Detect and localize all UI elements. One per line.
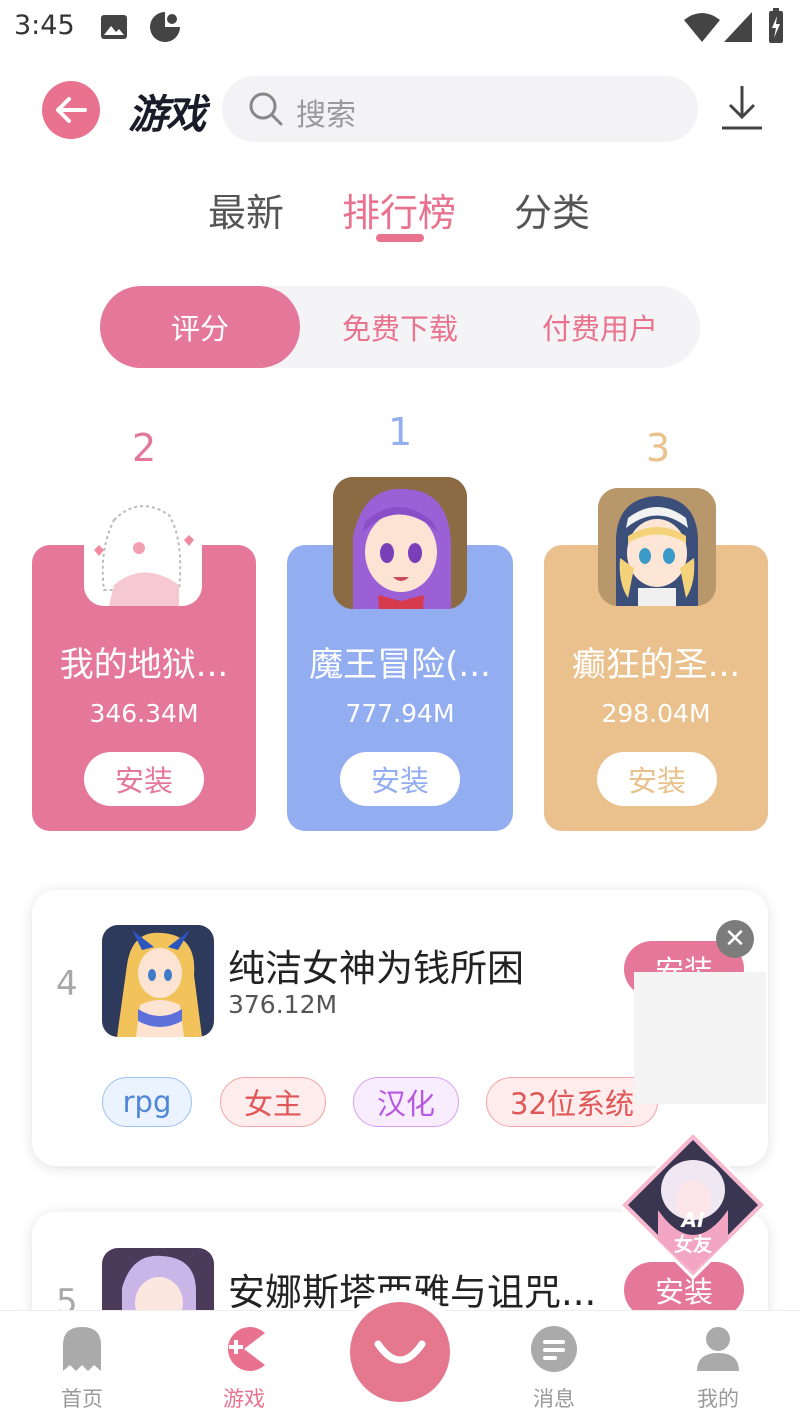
- tag[interactable]: rpg: [102, 1077, 192, 1127]
- app-notification-icon: [150, 12, 180, 42]
- nav-home[interactable]: 首页: [22, 1325, 142, 1413]
- rank-number: 1: [388, 410, 413, 454]
- back-button[interactable]: [42, 81, 100, 139]
- gamepad-icon: [227, 1327, 265, 1371]
- tab-indicator: [376, 234, 424, 242]
- ranking-filter: 评分 免费下载 付费用户: [100, 286, 700, 368]
- center-action-button[interactable]: [338, 1290, 462, 1414]
- game-size: 376.12M: [228, 990, 338, 1019]
- ad-placeholder[interactable]: [634, 972, 766, 1104]
- game-name: 魔王冒险(...: [309, 645, 491, 685]
- install-button[interactable]: 安装: [340, 752, 460, 806]
- ghost-home-icon: [63, 1327, 101, 1371]
- rank-number: 3: [646, 426, 671, 470]
- page-title: 游戏: [128, 92, 206, 138]
- game-name: 癫狂的圣...: [571, 645, 741, 685]
- smile-icon: [374, 1340, 426, 1364]
- download-button[interactable]: [714, 80, 770, 136]
- nav-label: 我的: [697, 1387, 739, 1411]
- rank-number: 2: [132, 426, 157, 470]
- image-icon: [101, 15, 127, 39]
- status-time: 3:45: [14, 10, 75, 41]
- nav-games[interactable]: 游戏: [184, 1325, 304, 1413]
- user-icon: [697, 1327, 739, 1371]
- nav-profile[interactable]: 我的: [658, 1325, 778, 1413]
- download-icon: [722, 86, 762, 130]
- tab-ranking[interactable]: 排行榜: [342, 182, 456, 237]
- tab-latest[interactable]: 最新: [208, 182, 284, 237]
- install-button[interactable]: 安装: [597, 752, 717, 806]
- filter-free-download[interactable]: 免费下载: [300, 286, 500, 368]
- battery-icon: [769, 8, 783, 43]
- search-input[interactable]: 搜索: [222, 76, 698, 142]
- game-size: 298.04M: [601, 699, 711, 728]
- game-size: 777.94M: [345, 699, 455, 728]
- install-button[interactable]: 安装: [84, 752, 204, 806]
- nav-messages[interactable]: 消息: [494, 1325, 614, 1413]
- wifi-icon: [684, 13, 720, 42]
- status-bar: 3:45: [0, 0, 800, 56]
- nav-label: 消息: [533, 1387, 575, 1411]
- message-icon: [531, 1326, 577, 1372]
- game-icon: [333, 477, 467, 609]
- search-placeholder: 搜索: [296, 98, 356, 133]
- nav-label: 首页: [61, 1387, 103, 1411]
- ai-sublabel: 女友: [673, 1234, 712, 1256]
- screen: 3:45 游戏 搜索 最新 排行榜 分类 评分 免费下载 付费用户 2 我的地狱…: [0, 0, 800, 1422]
- game-name: 纯洁女神为钱所困: [228, 947, 524, 990]
- close-icon: ✕: [724, 924, 746, 954]
- tag[interactable]: 女主: [220, 1077, 326, 1127]
- filter-paid-users[interactable]: 付费用户: [500, 286, 700, 368]
- ai-label: AI: [681, 1208, 705, 1232]
- nav-label: 游戏: [223, 1387, 265, 1411]
- arrow-left-icon: [56, 97, 87, 123]
- tag[interactable]: 32位系统: [486, 1077, 658, 1127]
- rank-number: 4: [56, 964, 78, 1004]
- ai-girlfriend-badge[interactable]: AI 女友: [617, 1129, 769, 1281]
- game-name: 我的地狱...: [59, 645, 229, 685]
- search-icon: [249, 92, 283, 126]
- filter-rating[interactable]: 评分: [100, 286, 300, 368]
- close-ad-button[interactable]: ✕: [716, 920, 754, 958]
- game-icon: [84, 490, 202, 606]
- signal-icon: [724, 12, 752, 42]
- tag[interactable]: 汉化: [353, 1077, 459, 1127]
- tab-category[interactable]: 分类: [514, 182, 590, 237]
- game-icon: [598, 488, 716, 606]
- game-icon: [102, 925, 214, 1037]
- game-size: 346.34M: [89, 699, 199, 728]
